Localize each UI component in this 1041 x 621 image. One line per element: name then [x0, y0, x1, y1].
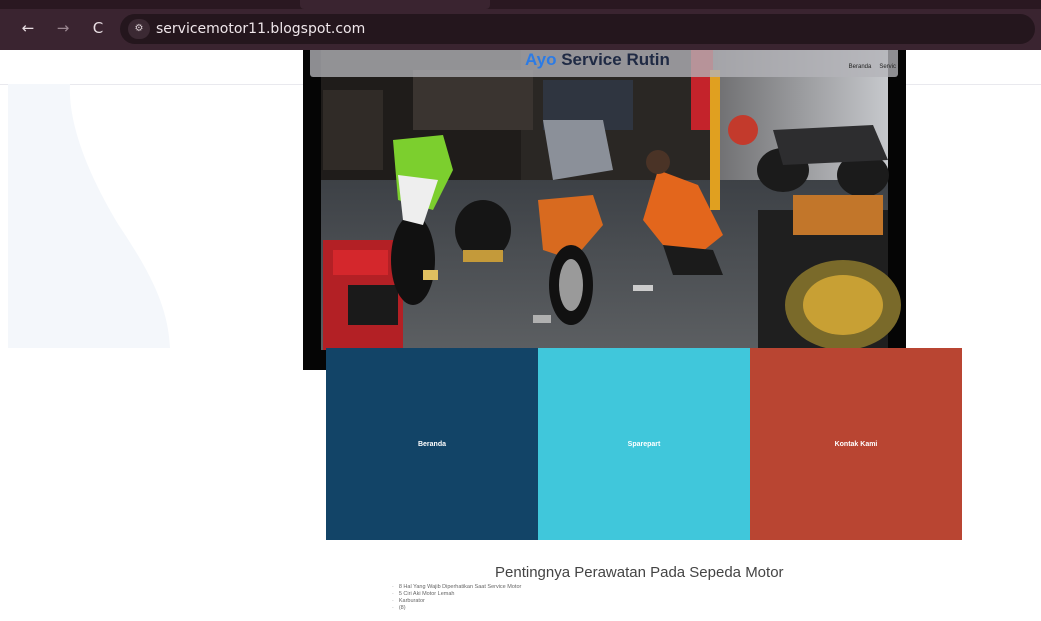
list-item[interactable]: 5 Ciri Aki Motor Lemah	[392, 591, 521, 598]
browser-toolbar: ← → C ⚙ servicemotor11.blogspot.com	[0, 0, 1041, 50]
site-title-rest: Service Rutin	[556, 50, 670, 69]
url-text[interactable]: servicemotor11.blogspot.com	[156, 21, 365, 37]
forward-arrow-icon[interactable]: →	[55, 20, 71, 36]
list-item[interactable]: 8 Hal Yang Wajib Diperhatikan Saat Servi…	[392, 584, 522, 591]
tile-sparepart[interactable]: Sparepart	[538, 348, 750, 540]
reload-icon[interactable]: C	[90, 20, 106, 36]
site-info-icon[interactable]: ⚙	[128, 19, 150, 39]
nav-link-beranda[interactable]: Beranda	[849, 64, 872, 70]
tile-label: Kontak Kami	[834, 440, 878, 448]
hero-image	[303, 50, 906, 370]
list-item[interactable]: Karburator	[392, 598, 521, 605]
nav-link-service[interactable]: Servic	[879, 64, 896, 70]
site-title[interactable]: Ayo Service Rutin	[525, 50, 670, 70]
tile-label: Sparepart	[627, 440, 661, 448]
site-header: Ayo Service Rutin Beranda Servic	[310, 50, 898, 77]
workshop-photo	[321, 50, 901, 350]
background-decor-shape	[8, 84, 170, 348]
tile-kontak-kami[interactable]: Kontak Kami	[750, 348, 962, 540]
page-viewport: Ayo Service Rutin Beranda Servic Beranda …	[0, 50, 1041, 621]
active-tab[interactable]	[300, 0, 490, 9]
address-bar[interactable]: ⚙ servicemotor11.blogspot.com	[120, 14, 1035, 44]
header-nav: Beranda Servic	[841, 64, 896, 70]
article-title: Pentingnya Perawatan Pada Sepeda Motor	[495, 564, 784, 581]
tile-beranda[interactable]: Beranda	[326, 348, 538, 540]
list-item[interactable]: (8)	[392, 605, 521, 612]
site-title-accent: Ayo	[525, 50, 557, 69]
tile-label: Beranda	[417, 440, 446, 448]
tab-strip	[0, 0, 1041, 9]
back-arrow-icon[interactable]: ←	[20, 20, 36, 36]
article-list: 8 Hal Yang Wajib Diperhatikan Saat Servi…	[392, 584, 522, 612]
